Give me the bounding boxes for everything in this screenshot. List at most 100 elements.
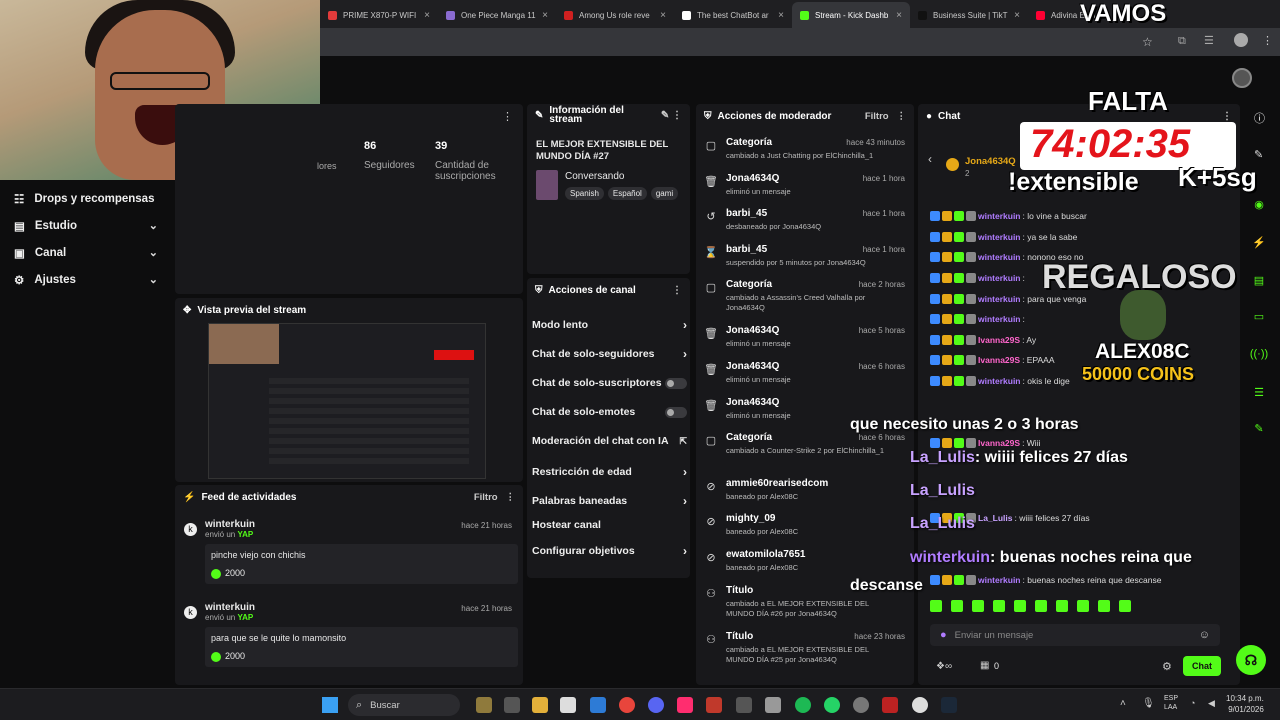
pencil-icon[interactable]: ✎ — [1254, 148, 1263, 161]
close-icon[interactable]: × — [660, 10, 666, 21]
star-icon[interactable]: ☆ — [1142, 35, 1153, 49]
rail-bolt-icon[interactable]: ⚡ — [1247, 230, 1271, 254]
rail-wrench-icon[interactable]: ✎ — [1247, 416, 1271, 440]
windows-start-icon[interactable] — [322, 697, 338, 713]
channel-action-slow-mode[interactable]: Modo lento › — [532, 318, 687, 332]
channel-action-emotes-only[interactable]: Chat de solo-emotes — [532, 406, 687, 418]
filter-button[interactable]: Filtro ⋮ — [474, 492, 515, 503]
edit-icon[interactable]: ✎ ⋮ — [661, 110, 682, 120]
clock[interactable]: 10:34 p.m. 9/01/2026 — [1226, 693, 1264, 715]
taskbar-app-icon[interactable] — [560, 697, 576, 713]
rail-list-icon[interactable]: ☰ — [1247, 380, 1271, 404]
pinned-user[interactable]: Jona4634Q — [965, 156, 1016, 167]
volume-icon[interactable]: ◀ — [1208, 698, 1215, 709]
browser-tab[interactable]: PRIME X870-P WIFI × — [320, 2, 438, 28]
discord-icon[interactable] — [648, 697, 664, 713]
language-indicator[interactable]: ESP LAA — [1164, 694, 1178, 712]
spotify-icon[interactable] — [795, 697, 811, 713]
sidebar-item-estudio[interactable]: ▤ Estudio ⌄ — [0, 212, 172, 239]
mod-action-subject[interactable]: Categoría — [726, 137, 772, 148]
kebab-menu-icon[interactable]: ⋮ — [1222, 111, 1232, 122]
chrome-icon[interactable] — [619, 697, 635, 713]
chat-input[interactable]: ● Enviar un mensaje ☺ — [930, 624, 1220, 646]
chevron-up-icon[interactable]: ˄ — [1120, 698, 1126, 709]
channel-action-banned-words[interactable]: Palabras baneadas › — [532, 494, 687, 508]
taskbar-search[interactable]: ⌕ Buscar — [348, 694, 460, 716]
channel-action-followers-only[interactable]: Chat de solo-seguidores › — [532, 347, 687, 361]
rail-camera-icon[interactable]: ◉ — [1247, 192, 1271, 216]
chat-username[interactable]: Ivanna29S — [978, 355, 1020, 365]
channel-action-host[interactable]: Hostear canal — [532, 519, 687, 531]
gift-icon[interactable]: ▦ — [980, 660, 989, 671]
close-icon[interactable]: × — [542, 10, 548, 21]
sidebar-item-canal[interactable]: ▣ Canal ⌄ — [0, 239, 172, 266]
channel-action-age-restriction[interactable]: Restricción de edad › — [532, 465, 687, 479]
chat-username[interactable]: La_Lulis — [978, 513, 1012, 523]
mod-action-subject[interactable]: Jona4634Q — [726, 173, 779, 184]
wifi-icon[interactable]: ◔ — [1190, 698, 1195, 708]
kebab-menu-icon[interactable]: ⋮ — [1262, 34, 1273, 47]
stream-preview-image[interactable] — [208, 323, 486, 479]
profile-avatar[interactable] — [1234, 33, 1248, 47]
toggle-switch[interactable] — [665, 377, 687, 389]
chat-username[interactable]: winterkuin — [978, 211, 1021, 221]
taskbar-app-icon[interactable] — [706, 697, 722, 713]
taskbar-app-icon[interactable] — [736, 697, 752, 713]
close-icon[interactable]: × — [424, 10, 430, 21]
mod-action-subject[interactable]: ammie60rearisedcom — [726, 478, 828, 489]
mod-action-subject[interactable]: Jona4634Q — [726, 397, 779, 408]
channel-action-subs-only[interactable]: Chat de solo-suscriptores — [532, 377, 687, 389]
emote-icon[interactable] — [993, 600, 1005, 612]
taskbar-app-icon[interactable] — [504, 697, 520, 713]
points-icon[interactable]: ❖∞ — [936, 661, 952, 672]
close-icon[interactable]: × — [896, 10, 902, 21]
toggle-switch[interactable] — [665, 406, 687, 418]
tiktok-icon[interactable] — [677, 697, 693, 713]
browser-tab[interactable]: The best ChatBot ar × — [674, 2, 792, 28]
tag[interactable]: gami — [650, 187, 679, 200]
chat-send-button[interactable]: Chat — [1183, 656, 1221, 676]
menu-lines-icon[interactable]: ☰ — [1204, 34, 1214, 47]
channel-action-goals[interactable]: Configurar objetivos › — [532, 544, 687, 558]
steam-icon[interactable] — [941, 697, 957, 713]
close-icon[interactable]: × — [1014, 10, 1020, 21]
chat-username[interactable]: winterkuin — [978, 294, 1021, 304]
browser-tab[interactable]: Stream - Kick Dashb × — [792, 2, 910, 28]
support-headset-icon[interactable]: ☊ — [1236, 645, 1266, 675]
kebab-menu-icon[interactable]: ⋮ — [672, 285, 682, 296]
emoji-icon[interactable]: ☺ — [1199, 629, 1210, 641]
mod-action-subject[interactable]: ewatomilola7651 — [726, 549, 805, 560]
extensions-icon[interactable]: ⧉ — [1178, 35, 1186, 48]
taskbar-app-icon[interactable] — [912, 697, 928, 713]
chat-username[interactable]: winterkuin — [978, 314, 1021, 324]
whatsapp-icon[interactable] — [824, 697, 840, 713]
chat-username[interactable]: winterkuin — [978, 252, 1021, 262]
chat-username[interactable]: Ivanna29S — [978, 335, 1020, 345]
taskbar-app-icon[interactable] — [882, 697, 898, 713]
chat-username[interactable]: winterkuin — [978, 232, 1021, 242]
mic-icon[interactable]: 🎙 — [1142, 698, 1155, 709]
browser-tab[interactable]: One Piece Manga 11 × — [438, 2, 556, 28]
gamepad-icon[interactable] — [765, 697, 781, 713]
emote-icon[interactable] — [972, 600, 984, 612]
emote-icon[interactable] — [1035, 600, 1047, 612]
mod-action-subject[interactable]: Título — [726, 631, 753, 642]
chat-username[interactable]: winterkuin — [978, 273, 1021, 283]
emote-icon[interactable] — [930, 600, 942, 612]
chat-username[interactable]: Ivanna29S — [978, 438, 1020, 448]
browser-tab[interactable]: Among Us role reve × — [556, 2, 674, 28]
emote-icon[interactable] — [1077, 600, 1089, 612]
tag[interactable]: Español — [607, 187, 647, 200]
mic-icon[interactable]: ● — [940, 629, 947, 641]
gear-icon[interactable]: ⚙ — [1162, 660, 1172, 673]
taskbar-app-icon[interactable] — [590, 697, 606, 713]
rail-broadcast-icon[interactable]: ((·)) — [1247, 342, 1271, 366]
user-avatar[interactable] — [1232, 68, 1252, 88]
chevron-left-icon[interactable]: ‹ — [928, 152, 932, 166]
mod-action-subject[interactable]: Título — [726, 585, 753, 596]
emote-icon[interactable] — [951, 600, 963, 612]
mod-action-subject[interactable]: Jona4634Q — [726, 325, 779, 336]
chat-username[interactable]: winterkuin — [978, 376, 1021, 386]
mod-action-subject[interactable]: Jona4634Q — [726, 361, 779, 372]
filter-button[interactable]: Filtro ⋮ — [865, 111, 906, 122]
